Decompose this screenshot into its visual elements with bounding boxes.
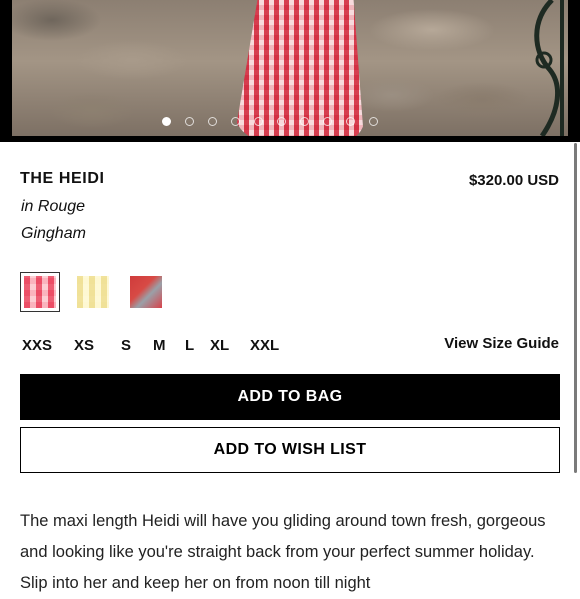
pagination-dot[interactable] [162, 117, 171, 126]
product-photo[interactable] [12, 0, 568, 136]
iron-railing-image [534, 0, 564, 136]
pagination-dot[interactable] [254, 117, 263, 126]
swatch-red-print[interactable] [126, 272, 166, 312]
pagination-dot[interactable] [346, 117, 355, 126]
size-option[interactable]: S [121, 337, 153, 354]
product-price: $320.00 USD [468, 172, 559, 189]
pagination-dot[interactable] [231, 117, 240, 126]
product-colorway: in Rouge Gingham [21, 198, 86, 242]
add-to-bag-button[interactable]: ADD TO BAG [20, 374, 560, 420]
size-guide-link[interactable]: View Size Guide [444, 335, 559, 352]
swatch-yellow-gingham[interactable] [73, 272, 113, 312]
pagination-dot[interactable] [323, 117, 332, 126]
size-option[interactable]: XXL [250, 337, 279, 354]
size-option[interactable]: M [153, 337, 185, 354]
pagination-dot[interactable] [277, 117, 286, 126]
size-option[interactable]: XL [210, 337, 250, 354]
product-title: THE HEIDI [20, 170, 105, 187]
gallery-pagination [162, 117, 378, 126]
size-selector: XXS XS S M L XL XXL [22, 337, 279, 354]
size-option[interactable]: L [185, 337, 210, 354]
add-to-wish-list-button[interactable]: ADD TO WISH LIST [20, 427, 560, 473]
gingham-dress-image [234, 0, 364, 136]
swatch-rouge-gingham[interactable] [20, 272, 60, 312]
size-option[interactable]: XXS [22, 337, 74, 354]
pagination-dot[interactable] [185, 117, 194, 126]
product-description: The maxi length Heidi will have you glid… [20, 512, 546, 592]
size-option[interactable]: XS [74, 337, 121, 354]
product-image-gallery[interactable] [0, 0, 580, 142]
pagination-dot[interactable] [300, 117, 309, 126]
color-swatches [20, 272, 166, 312]
pagination-dot[interactable] [369, 117, 378, 126]
scrollbar[interactable] [574, 143, 577, 473]
pagination-dot[interactable] [208, 117, 217, 126]
